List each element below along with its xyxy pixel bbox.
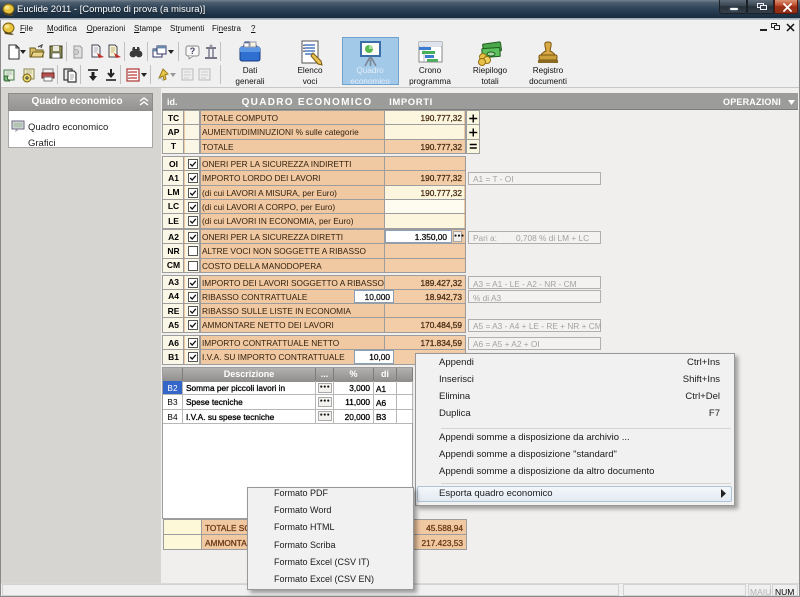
svg-text:?: ? xyxy=(190,46,196,56)
